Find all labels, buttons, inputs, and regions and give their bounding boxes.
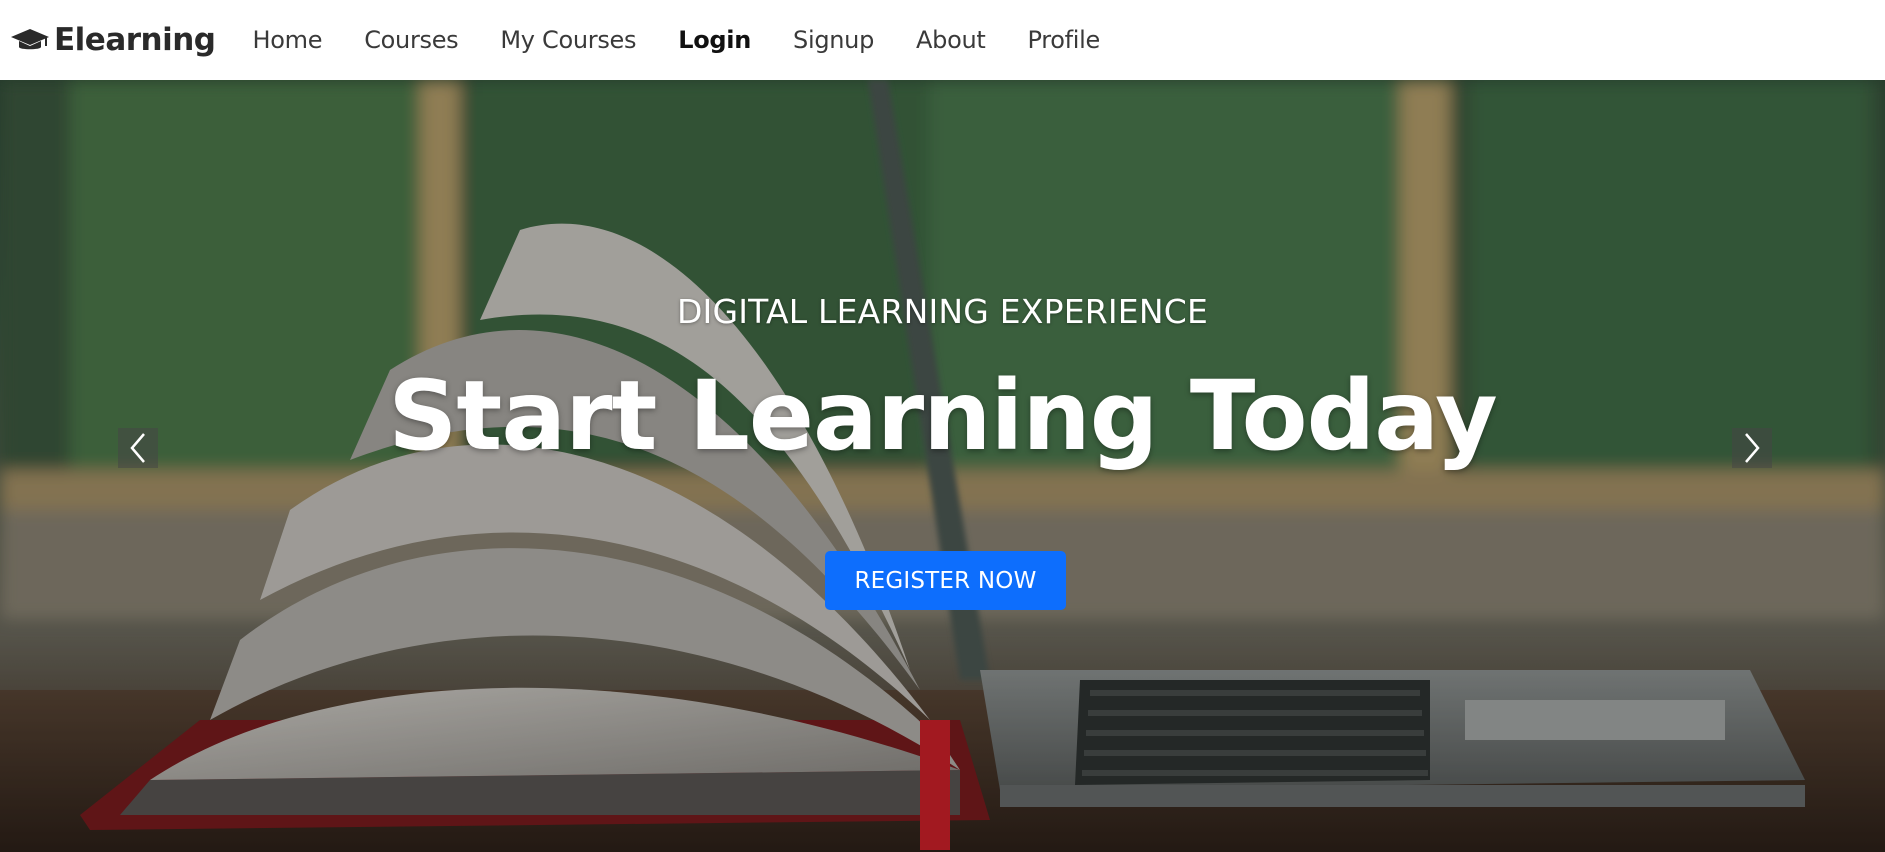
nav-link-my-courses[interactable]: My Courses	[479, 0, 657, 80]
nav-link-profile[interactable]: Profile	[1006, 0, 1121, 80]
navbar: Elearning Home Courses My Courses Login …	[0, 0, 1885, 80]
nav-link-signup[interactable]: Signup	[772, 0, 895, 80]
carousel-prev-button[interactable]	[118, 428, 158, 468]
register-now-button[interactable]: REGISTER NOW	[825, 551, 1066, 610]
chevron-left-icon	[130, 433, 145, 463]
nav-item-login: Login	[657, 0, 772, 80]
brand-link[interactable]: Elearning	[10, 22, 216, 58]
nav-item-home: Home	[232, 0, 344, 80]
nav-item-my-courses: My Courses	[479, 0, 657, 80]
nav-item-courses: Courses	[343, 0, 479, 80]
carousel-next-button[interactable]	[1732, 428, 1772, 468]
chevron-right-icon	[1745, 433, 1760, 463]
nav-link-about[interactable]: About	[895, 0, 1006, 80]
nav-item-about: About	[895, 0, 1006, 80]
hero-title: Start Learning Today	[388, 360, 1497, 472]
nav-link-courses[interactable]: Courses	[343, 0, 479, 80]
nav-item-profile: Profile	[1006, 0, 1121, 80]
nav-menu: Home Courses My Courses Login Signup Abo…	[232, 0, 1122, 80]
brand-name: Elearning	[54, 22, 216, 58]
graduation-cap-icon	[10, 27, 50, 53]
nav-link-home[interactable]: Home	[232, 0, 344, 80]
nav-link-login[interactable]: Login	[657, 0, 772, 80]
hero-subtitle: DIGITAL LEARNING EXPERIENCE	[676, 292, 1209, 331]
hero-carousel: DIGITAL LEARNING EXPERIENCE Start Learni…	[0, 80, 1885, 852]
nav-item-signup: Signup	[772, 0, 895, 80]
